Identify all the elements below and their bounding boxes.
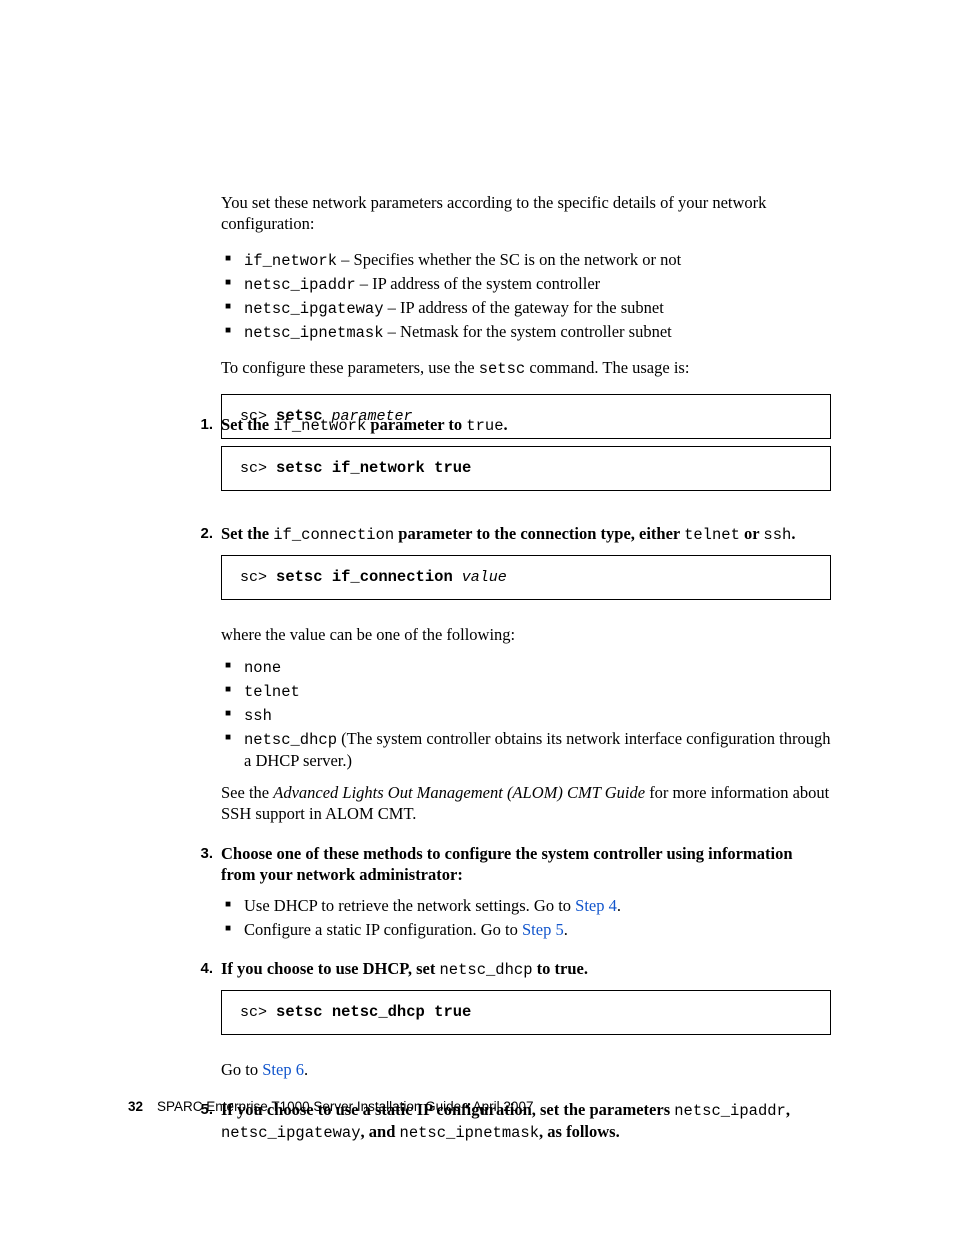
intro-params-list: if_network – Specifies whether the SC is… bbox=[221, 249, 831, 344]
link-step-4[interactable]: Step 4 bbox=[575, 896, 617, 915]
list-item: netsc_ipgateway – IP address of the gate… bbox=[221, 297, 831, 319]
list-item: telnet bbox=[221, 680, 831, 702]
step3-methods-list: Use DHCP to retrieve the network setting… bbox=[221, 895, 831, 940]
steps-column: 1. Set the if_network parameter to true.… bbox=[195, 414, 831, 1161]
code-box-step4: sc> setsc netsc_dhcp true bbox=[221, 990, 831, 1035]
step-1: 1. Set the if_network parameter to true.… bbox=[195, 414, 831, 515]
step-2: 2. Set the if_connection parameter to th… bbox=[195, 523, 831, 834]
step2-after: where the value can be one of the follow… bbox=[221, 624, 831, 645]
code-box-step1: sc> setsc if_network true bbox=[221, 446, 831, 491]
step-4-text: If you choose to use DHCP, set netsc_dhc… bbox=[221, 958, 831, 980]
step-1-text: Set the if_network parameter to true. bbox=[221, 414, 831, 436]
list-item: netsc_ipaddr – IP address of the system … bbox=[221, 273, 831, 295]
page-footer: 32 SPARC Enterprise T1000 Server Installa… bbox=[128, 1098, 533, 1116]
step-4: 4. If you choose to use DHCP, set netsc_… bbox=[195, 958, 831, 1091]
list-item: none bbox=[221, 656, 831, 678]
configure-paragraph: To configure these parameters, use the s… bbox=[221, 357, 831, 379]
link-step-6[interactable]: Step 6 bbox=[262, 1060, 304, 1079]
page-number: 32 bbox=[128, 1099, 143, 1114]
list-item: netsc_dhcp (The system controller obtain… bbox=[221, 728, 831, 772]
step4-goto: Go to Step 6. bbox=[221, 1059, 831, 1080]
list-item: Configure a static IP configuration. Go … bbox=[221, 919, 831, 940]
step-3-text: Choose one of these methods to configure… bbox=[221, 843, 831, 886]
step-3: 3. Choose one of these methods to config… bbox=[195, 843, 831, 951]
footer-text: SPARC Enterprise T1000 Server Installati… bbox=[157, 1099, 533, 1114]
list-item: netsc_ipnetmask – Netmask for the system… bbox=[221, 321, 831, 343]
link-step-5[interactable]: Step 5 bbox=[522, 920, 564, 939]
step2-values-list: none telnet ssh netsc_dhcp (The system c… bbox=[221, 656, 831, 772]
list-item: ssh bbox=[221, 704, 831, 726]
code-box-step2: sc> setsc if_connection value bbox=[221, 555, 831, 600]
intro-paragraph: You set these network parameters accordi… bbox=[221, 192, 831, 235]
list-item: if_network – Specifies whether the SC is… bbox=[221, 249, 831, 271]
list-item: Use DHCP to retrieve the network setting… bbox=[221, 895, 831, 916]
step2-see-also: See the Advanced Lights Out Management (… bbox=[221, 782, 831, 825]
step-2-text: Set the if_connection parameter to the c… bbox=[221, 523, 831, 545]
